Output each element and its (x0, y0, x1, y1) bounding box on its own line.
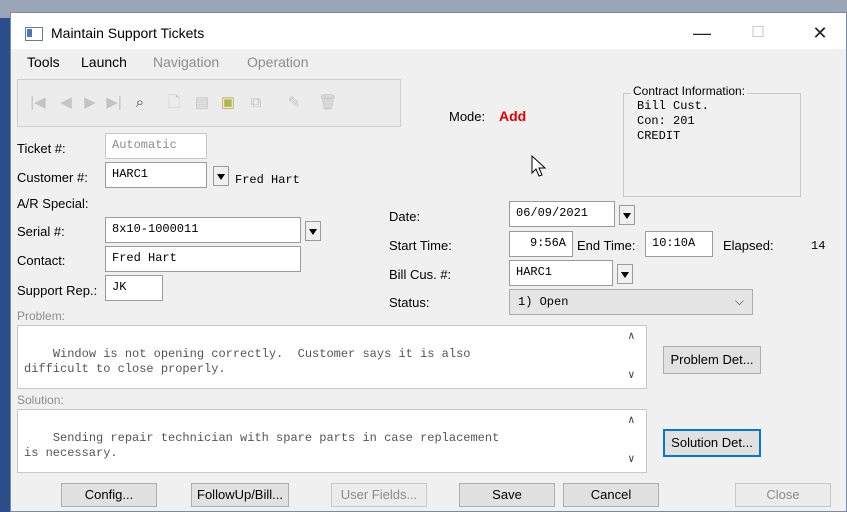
serial-label: Serial #: (17, 224, 65, 239)
select-icon[interactable]: ▣ (218, 92, 238, 114)
status-value: 1) Open (518, 295, 569, 309)
minimize-button[interactable]: — (679, 19, 725, 47)
menu-tools[interactable]: Tools (27, 54, 60, 70)
previous-record-icon[interactable]: ◀ (56, 92, 76, 114)
mode-value: Add (499, 108, 527, 124)
solution-details-button[interactable]: Solution Det... (663, 429, 761, 457)
app-icon (25, 27, 43, 41)
ticket-field[interactable]: Automatic (105, 133, 207, 159)
contact-label: Contact: (17, 253, 66, 268)
scroll-down-icon[interactable]: ∨ (628, 369, 635, 384)
toolbar: |◀ ◀ ▶ ▶| ⌕ 🗋 ▤ ▣ ⧉ ✎ 🗑 (17, 79, 401, 127)
copy-icon[interactable]: ⧉ (246, 92, 266, 114)
save-button[interactable]: Save (459, 483, 555, 507)
elapsed-value: 14 (811, 239, 826, 253)
date-field[interactable]: 06/09/2021 (509, 201, 615, 227)
close-window-button[interactable]: ✕ (797, 19, 843, 47)
bill-cus-field[interactable]: HARC1 (509, 260, 613, 286)
customer-label: Customer #: (17, 170, 88, 185)
problem-scrollbar[interactable]: ∧ ∨ (628, 330, 642, 384)
maximize-button[interactable]: ☐ (735, 19, 781, 47)
menu-navigation[interactable]: Navigation (153, 54, 219, 70)
contract-info-title: Contract Information: (631, 84, 748, 98)
mode-label: Mode: (449, 109, 486, 124)
problem-details-button[interactable]: Problem Det... (663, 346, 761, 374)
chevron-down-icon: ⌵ (734, 294, 744, 308)
serial-dropdown-button[interactable] (305, 221, 321, 241)
contract-info-text: Bill Cust. Con: 201 CREDIT (637, 99, 710, 143)
start-time-field[interactable]: 9:56A (509, 231, 573, 257)
new-document-icon[interactable]: 🗋 (164, 92, 184, 114)
contact-field[interactable]: Fred Hart (105, 246, 301, 272)
mouse-cursor-icon (531, 155, 547, 177)
ticket-label: Ticket #: (17, 141, 66, 156)
date-dropdown-button[interactable] (619, 205, 635, 225)
status-select[interactable]: 1) Open ⌵ (509, 289, 753, 315)
first-record-icon[interactable]: |◀ (28, 92, 48, 114)
filter-icon[interactable]: ▤ (192, 92, 212, 114)
solution-textarea[interactable]: Sending repair technician with spare par… (17, 409, 647, 473)
problem-text: Window is not opening correctly. Custome… (24, 347, 471, 376)
customer-dropdown-button[interactable] (213, 166, 229, 186)
end-time-field[interactable]: 10:10A (645, 231, 713, 257)
problem-textarea[interactable]: Window is not opening correctly. Custome… (17, 325, 647, 389)
bill-cus-label: Bill Cus. #: (389, 267, 452, 282)
cancel-button[interactable]: Cancel (563, 483, 659, 507)
config-button[interactable]: Config... (61, 483, 157, 507)
solution-scrollbar[interactable]: ∧ ∨ (628, 414, 642, 468)
app-window: Maintain Support Tickets — ☐ ✕ Tools Lau… (10, 12, 847, 512)
solution-text: Sending repair technician with spare par… (24, 431, 500, 460)
end-time-label: End Time: (577, 238, 636, 253)
start-time-label: Start Time: (389, 238, 452, 253)
scroll-up-icon[interactable]: ∧ (628, 414, 635, 429)
binoculars-icon[interactable]: ⌕ (130, 92, 150, 114)
scroll-up-icon[interactable]: ∧ (628, 330, 635, 345)
scroll-down-icon[interactable]: ∨ (628, 453, 635, 468)
serial-field[interactable]: 8x10-1000011 (105, 217, 301, 243)
customer-name: Fred Hart (235, 173, 300, 187)
solution-label: Solution: (17, 393, 64, 407)
ar-special-label: A/R Special: (17, 196, 89, 211)
customer-field[interactable]: HARC1 (105, 162, 207, 188)
title-bar: Maintain Support Tickets — ☐ ✕ (11, 13, 846, 49)
status-label: Status: (389, 295, 430, 310)
followup-bill-button[interactable]: FollowUp/Bill... (191, 483, 289, 507)
last-record-icon[interactable]: ▶| (104, 92, 124, 114)
delete-icon[interactable]: 🗑 (318, 92, 338, 114)
close-button[interactable]: Close (735, 483, 831, 507)
problem-label: Problem: (17, 309, 66, 323)
menu-bar: Tools Launch Navigation Operation (11, 49, 846, 75)
window-title: Maintain Support Tickets (51, 25, 205, 41)
date-label: Date: (389, 209, 421, 224)
menu-operation[interactable]: Operation (247, 54, 308, 70)
bill-cus-dropdown-button[interactable] (617, 264, 633, 284)
edit-icon[interactable]: ✎ (284, 92, 304, 114)
elapsed-label: Elapsed: (723, 238, 774, 253)
support-rep-label: Support Rep.: (17, 283, 98, 298)
support-rep-field[interactable]: JK (105, 275, 163, 301)
next-record-icon[interactable]: ▶ (80, 92, 100, 114)
user-fields-button[interactable]: User Fields... (331, 483, 427, 507)
menu-launch[interactable]: Launch (81, 54, 127, 70)
